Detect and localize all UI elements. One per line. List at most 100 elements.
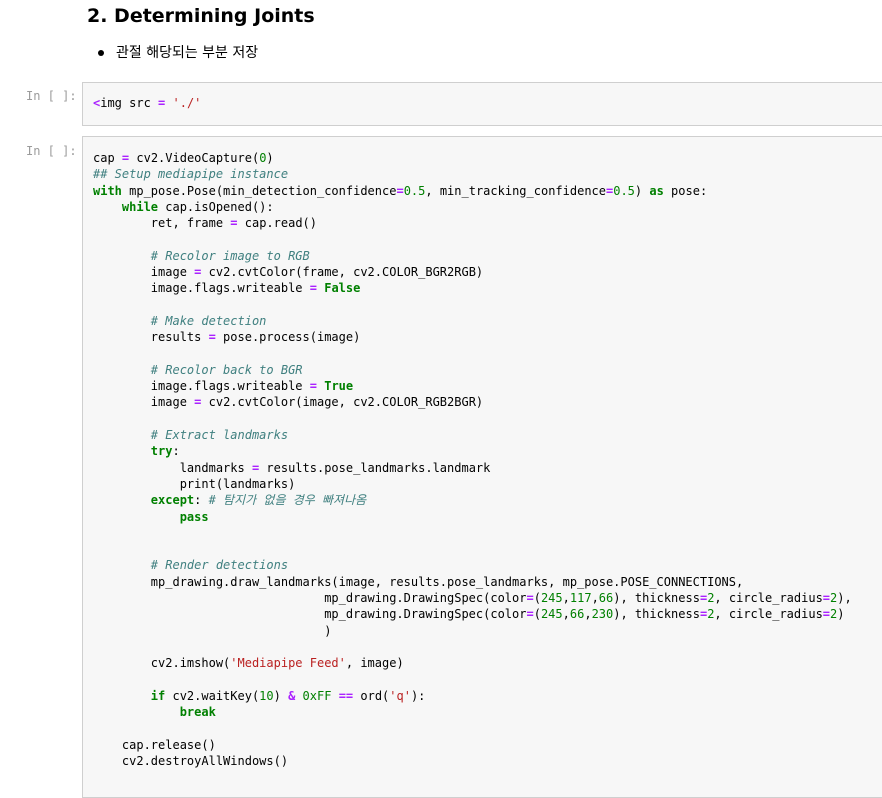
code-line: results = pose.process(image) <box>93 329 852 345</box>
code-line: # Render detections <box>93 557 852 573</box>
code-token: try <box>150 444 173 459</box>
code-line: image.flags.writeable = True <box>93 378 852 394</box>
code-token: , <box>562 591 570 606</box>
code-token: image.flags.writeable <box>93 281 310 296</box>
code-token: ret, frame <box>93 216 231 231</box>
code-token: landmarks <box>93 460 252 475</box>
code-token: cap.release() <box>93 737 216 752</box>
code-line: # Recolor back to BGR <box>93 362 852 378</box>
code-token: mp_drawing.DrawingSpec(color <box>93 607 527 622</box>
code-token: mp_drawing.DrawingSpec(color <box>93 591 527 606</box>
code-token: , <box>584 607 592 622</box>
code-token: ) <box>273 688 289 703</box>
code-token: cv2.cvtColor(image, cv2.COLOR_RGB2BGR) <box>201 395 484 410</box>
code-token: image <box>93 395 195 410</box>
code-token: , <box>591 591 599 606</box>
code-token: ord( <box>353 688 390 703</box>
code-token: 0.5 <box>613 183 635 198</box>
code-line: print(landmarks) <box>93 476 852 492</box>
code-line: ret, frame = cap.read() <box>93 215 852 231</box>
code-token: 0.5 <box>403 183 426 198</box>
code-token: = <box>526 607 534 622</box>
code-text[interactable]: cap = cv2.VideoCapture(0) ## Setup mediap… <box>93 150 852 769</box>
code-token: ), thickness <box>613 607 700 622</box>
code-token: , <box>562 607 570 622</box>
code-token: = <box>309 281 317 296</box>
code-token: if <box>150 688 166 703</box>
code-line: with mp_pose.Pose(min_detection_confiden… <box>93 183 852 199</box>
code-token: ) <box>266 151 274 165</box>
code-line: pass <box>93 509 852 525</box>
code-token: as <box>649 183 664 198</box>
code-line: # Recolor image to RGB <box>93 248 852 264</box>
code-token: cv2.destroyAllWindows() <box>93 753 289 768</box>
code-line: # Extract landmarks <box>93 427 852 443</box>
code-token: with <box>93 183 122 198</box>
code-token: img src <box>100 96 159 110</box>
code-line: mp_drawing.draw_landmarks(image, results… <box>93 574 852 590</box>
code-token: 66 <box>569 607 585 622</box>
code-token: 117 <box>569 591 592 606</box>
code-token: 'Mediapipe Feed' <box>230 656 346 671</box>
code-line: while cap.isOpened(): <box>93 199 852 215</box>
code-token: ( <box>533 607 541 622</box>
code-token: = <box>208 330 216 345</box>
code-token: results <box>93 330 209 345</box>
code-token: while <box>121 199 159 214</box>
code-token: == <box>338 688 354 703</box>
code-token: # Recolor back to BGR <box>150 362 303 377</box>
code-token: , min_tracking_confidence <box>425 183 606 198</box>
code-token: cap.isOpened(): <box>158 199 274 214</box>
code-line: except: # 탐지가 없을 경우 빠져나옴 <box>93 492 852 508</box>
code-line: landmarks = results.pose_landmarks.landm… <box>93 460 852 476</box>
code-token: 230 <box>591 607 614 622</box>
code-editor[interactable]: <img src = './' <box>82 82 882 126</box>
code-token: break <box>179 705 216 720</box>
code-line: mp_drawing.DrawingSpec(color=(245,117,66… <box>93 590 852 606</box>
code-line: <img src = './' <box>93 95 201 111</box>
code-token: pass <box>179 509 209 524</box>
code-token: # Recolor image to RGB <box>150 248 310 263</box>
code-line: cv2.imshow('Mediapipe Feed', image) <box>93 655 852 671</box>
code-token: = <box>822 607 831 622</box>
code-token: ( <box>533 591 541 606</box>
code-token: 'q' <box>389 688 411 703</box>
code-token: ) <box>837 607 845 622</box>
code-line: image.flags.writeable = False <box>93 280 852 296</box>
code-token: ) <box>634 183 650 198</box>
code-token: mp_drawing.draw_landmarks(image, results… <box>93 574 744 589</box>
code-token: ) <box>93 623 332 638</box>
code-token: 10 <box>259 688 274 703</box>
code-token: 245 <box>540 591 563 606</box>
code-editor[interactable]: cap = cv2.VideoCapture(0) ## Setup mediap… <box>82 136 882 798</box>
code-token: except <box>150 493 195 508</box>
code-line: break <box>93 704 852 720</box>
code-token: # Render detections <box>150 558 289 573</box>
code-token: cv2.imshow( <box>93 656 231 671</box>
code-token: , circle_radius <box>714 591 823 606</box>
code-token: results.pose_landmarks.landmark <box>259 460 491 475</box>
code-text[interactable]: <img src = './' <box>93 95 201 111</box>
code-token: True <box>324 379 354 394</box>
code-token: cv2.VideoCapture( <box>129 151 260 165</box>
code-token: = <box>822 591 831 606</box>
bullet-list: 관절 해당되는 부분 저장 <box>98 44 258 62</box>
code-line: # Make detection <box>93 313 852 329</box>
code-token: : <box>172 444 180 459</box>
code-token: = <box>309 379 317 394</box>
